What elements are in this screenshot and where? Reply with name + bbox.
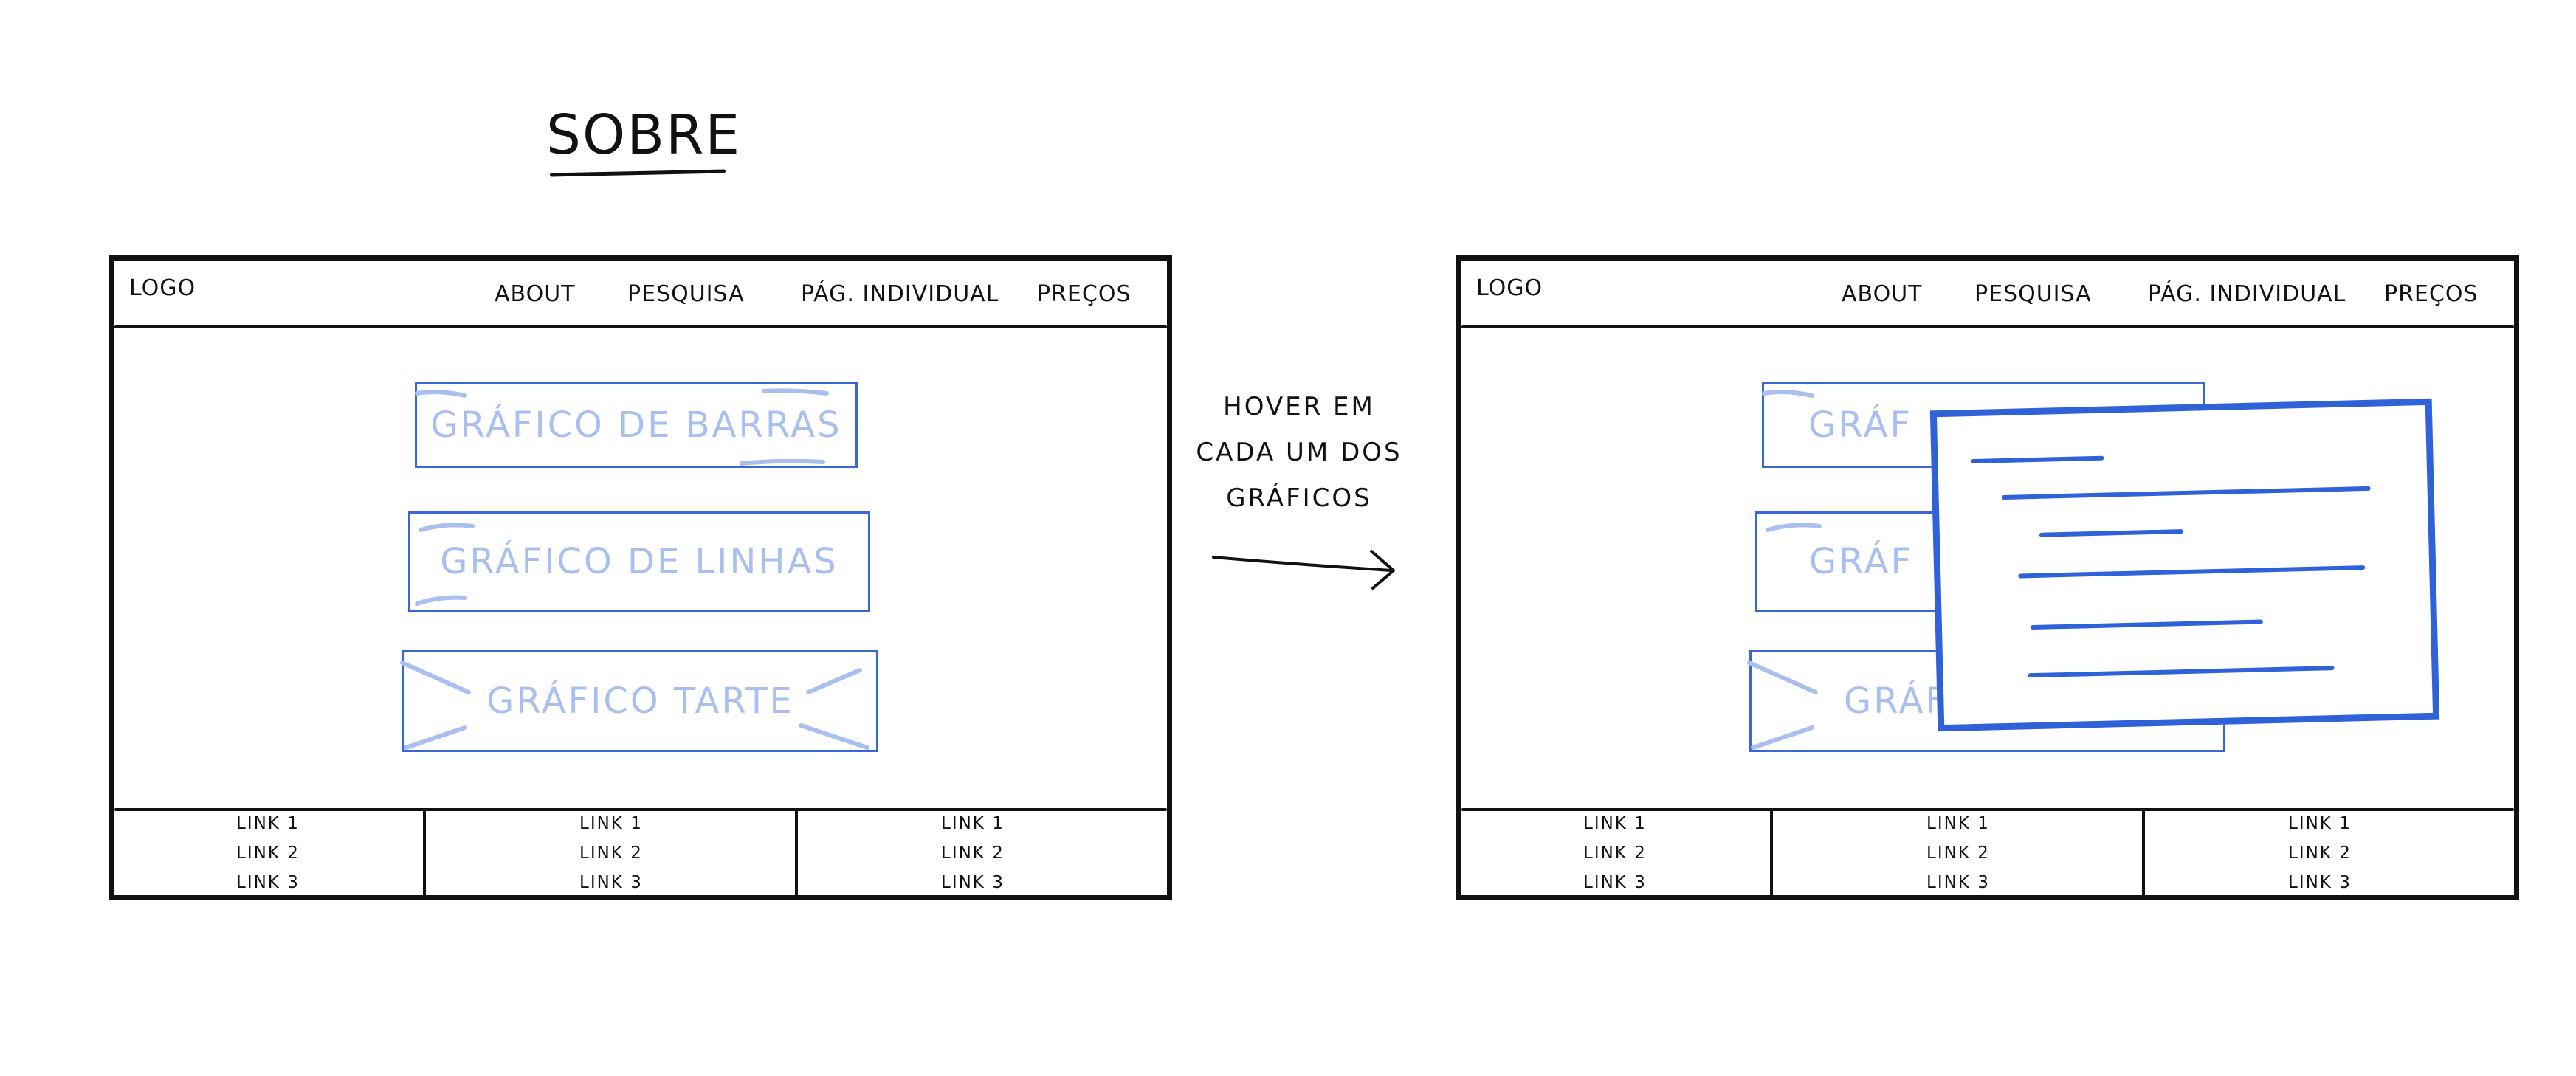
footer-link[interactable]: LINK 2 (2288, 844, 2352, 863)
nav-pesquisa[interactable]: PESQUISA (1974, 281, 2092, 307)
wireframe-hover-state: LOGO ABOUT PESQUISA PÁG. INDIVIDUAL PREÇ… (1456, 255, 2519, 900)
footer-link[interactable]: LINK 1 (941, 814, 1005, 833)
footer-link[interactable]: LINK 1 (1926, 814, 1990, 833)
footer-link[interactable]: LINK 3 (941, 873, 1005, 892)
nav-about[interactable]: ABOUT (1842, 281, 1922, 307)
nav-precos[interactable]: PREÇOS (1037, 281, 1132, 307)
hover-popup (1929, 398, 2440, 732)
popup-text-line (2018, 565, 2366, 579)
annotation-line-1: HOVER EM (1223, 392, 1375, 421)
annotation-line-2: CADA UM DOS (1196, 438, 1402, 467)
footer-link[interactable]: LINK 2 (1926, 844, 1990, 863)
nav-precos[interactable]: PREÇOS (2384, 281, 2479, 307)
nav-pag-individual[interactable]: PÁG. INDIVIDUAL (2148, 281, 2346, 307)
header-divider (1461, 325, 2514, 328)
footer-link[interactable]: LINK 3 (1926, 873, 1990, 892)
footer-column-divider (2142, 810, 2145, 895)
footer-link[interactable]: LINK 1 (2288, 814, 2352, 833)
header-divider (114, 325, 1167, 328)
graph-card-scribbles (400, 388, 869, 750)
right-arrow-icon (1212, 550, 1395, 590)
nav-pesquisa[interactable]: PESQUISA (627, 281, 745, 307)
popup-text-line (2028, 666, 2335, 678)
nav-about[interactable]: ABOUT (495, 281, 575, 307)
footer-link[interactable]: LINK 2 (1583, 844, 1647, 863)
footer-divider (114, 808, 1167, 811)
logo[interactable]: LOGO (1476, 275, 1543, 301)
title-underline (549, 169, 726, 177)
footer-link[interactable]: LINK 1 (236, 814, 300, 833)
popup-text-line (1971, 455, 2104, 464)
footer-link[interactable]: LINK 3 (1583, 873, 1647, 892)
footer-column-divider (795, 810, 798, 895)
footer-link[interactable]: LINK 2 (236, 844, 300, 863)
popup-text-line (2039, 529, 2183, 537)
logo[interactable]: LOGO (129, 275, 196, 301)
popup-text-line (2001, 486, 2371, 500)
footer-divider (1461, 808, 2514, 811)
footer-link[interactable]: LINK 2 (579, 844, 643, 863)
footer-link[interactable]: LINK 3 (2288, 873, 2352, 892)
popup-text-line (2030, 619, 2263, 630)
footer-column-divider (423, 810, 426, 895)
footer-link[interactable]: LINK 3 (579, 873, 643, 892)
page-title: SOBRE (546, 103, 742, 167)
nav-pag-individual[interactable]: PÁG. INDIVIDUAL (801, 281, 999, 307)
footer-link[interactable]: LINK 2 (941, 844, 1005, 863)
footer-link[interactable]: LINK 1 (579, 814, 643, 833)
annotation-line-3: GRÁFICOS (1226, 483, 1372, 513)
footer-link[interactable]: LINK 1 (1583, 814, 1647, 833)
footer-link[interactable]: LINK 3 (236, 873, 300, 892)
annotation-note: HOVER EM CADA UM DOS GRÁFICOS (1196, 384, 1402, 521)
wireframe-default: LOGO ABOUT PESQUISA PÁG. INDIVIDUAL PREÇ… (109, 255, 1172, 900)
footer-column-divider (1770, 810, 1773, 895)
